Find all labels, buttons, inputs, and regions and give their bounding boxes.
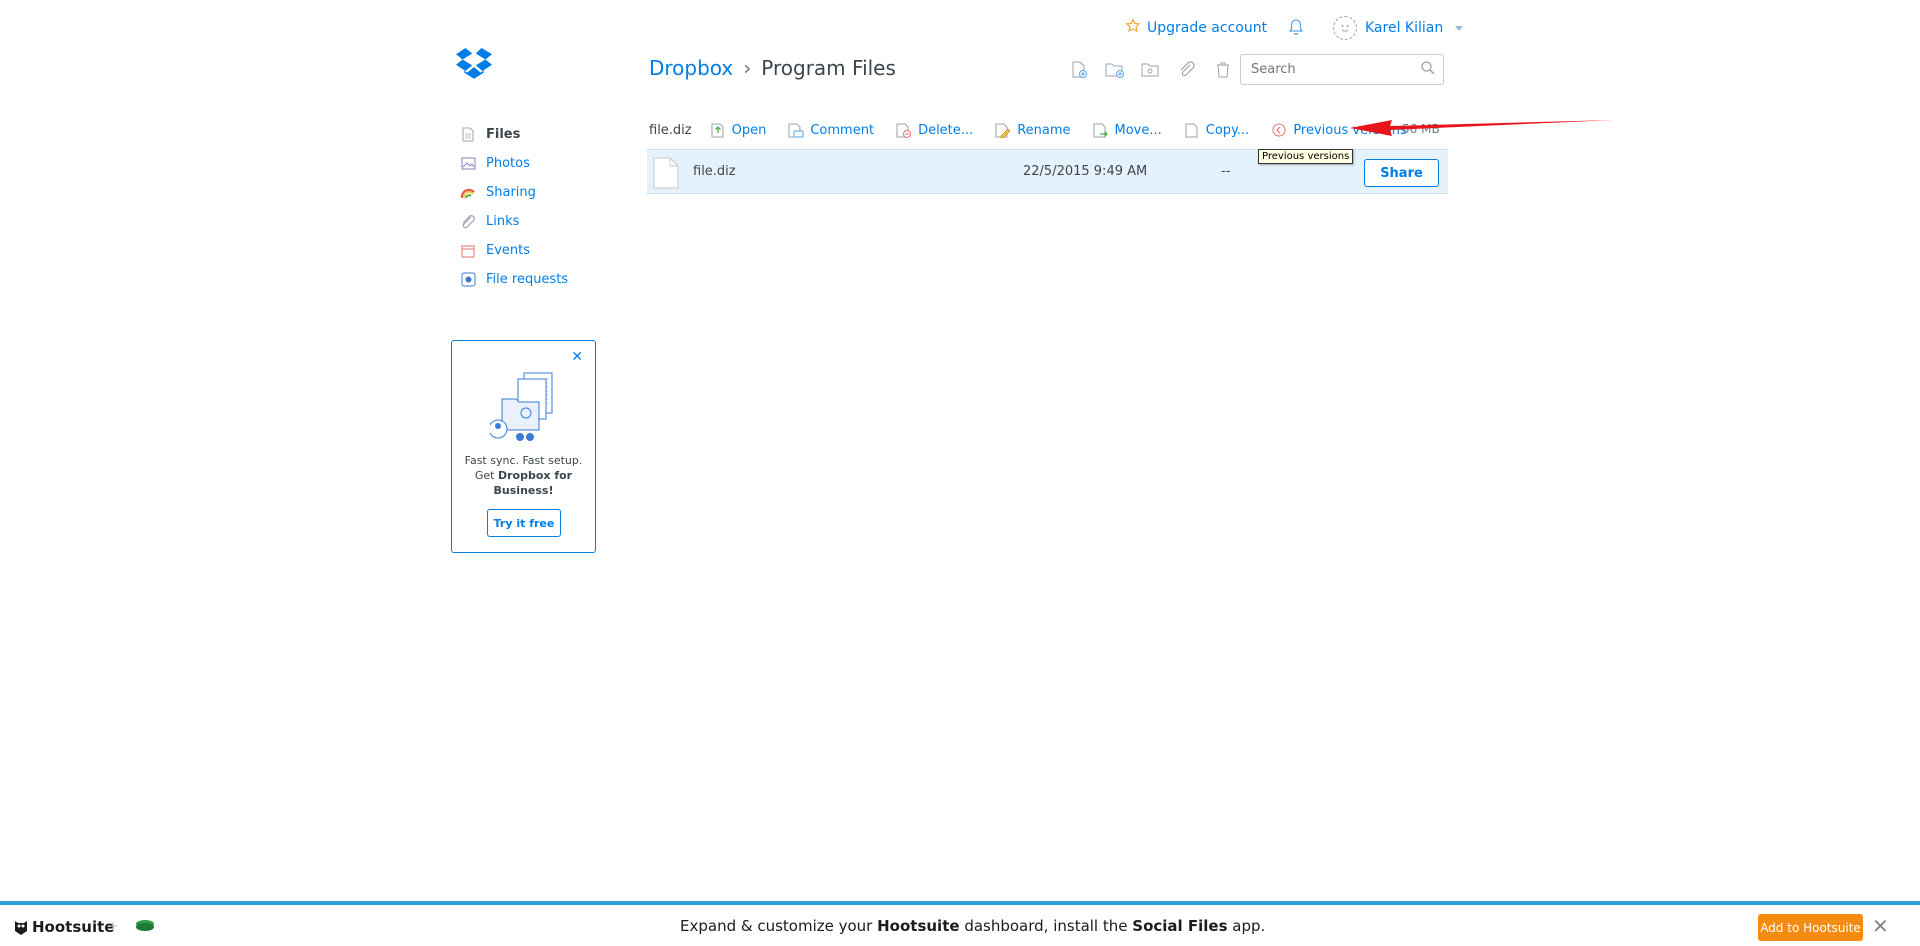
try-it-free-button[interactable]: Try it free bbox=[487, 509, 561, 537]
user-name: Karel Kilian bbox=[1365, 20, 1444, 36]
sidebar-item-label: Sharing bbox=[486, 185, 536, 200]
dropbox-logo[interactable] bbox=[455, 47, 493, 87]
top-bar: Upgrade account Karel Kilian bbox=[1125, 16, 1464, 40]
sidebar: Files Photos Sharing Links Events File r… bbox=[460, 120, 610, 294]
sidebar-item-files[interactable]: Files bbox=[460, 120, 610, 149]
paperclip-icon[interactable] bbox=[1176, 60, 1198, 80]
sidebar-item-label: Links bbox=[486, 214, 520, 229]
comment-icon bbox=[788, 121, 804, 139]
calendar-icon bbox=[460, 243, 476, 259]
promo-line-1: Fast sync. Fast setup. bbox=[464, 454, 583, 467]
file-modified: 22/5/2015 9:49 AM bbox=[1023, 164, 1148, 179]
annotation-arrow bbox=[1350, 112, 1620, 146]
search-icon[interactable] bbox=[1421, 60, 1435, 79]
hootsuite-logo: Hootsuite bbox=[14, 918, 114, 936]
upload-icon[interactable] bbox=[1068, 60, 1090, 80]
move-action[interactable]: Move... bbox=[1093, 121, 1162, 139]
add-to-hootsuite-button[interactable]: Add to Hootsuite bbox=[1758, 914, 1863, 941]
rename-label: Rename bbox=[1017, 122, 1071, 138]
sidebar-item-label: Photos bbox=[486, 156, 530, 171]
avatar bbox=[1333, 16, 1357, 40]
copy-icon bbox=[1184, 121, 1200, 139]
move-icon bbox=[1093, 121, 1109, 139]
comment-action[interactable]: Comment bbox=[788, 121, 874, 139]
copy-label: Copy... bbox=[1205, 122, 1250, 138]
file-size: -- bbox=[1221, 164, 1231, 179]
business-promo-card: ✕ Fast sync. Fast setup. Get Dropbox for… bbox=[451, 340, 596, 553]
search-box bbox=[1240, 54, 1444, 85]
banner-message-part-1: Expand & customize your bbox=[680, 917, 878, 935]
breadcrumb-separator: › bbox=[743, 56, 752, 80]
copy-action[interactable]: Copy... bbox=[1184, 121, 1250, 139]
plus-icon: + bbox=[108, 919, 119, 933]
comment-label: Comment bbox=[810, 122, 875, 138]
sidebar-item-events[interactable]: Events bbox=[460, 236, 610, 265]
open-icon bbox=[710, 121, 726, 139]
selected-file-name: file.diz bbox=[649, 122, 692, 138]
shared-folder-icon[interactable] bbox=[1140, 60, 1162, 80]
link-icon bbox=[460, 214, 476, 230]
sidebar-item-file-requests[interactable]: File requests bbox=[460, 265, 610, 294]
promo-line-2-bold: Dropbox for Business! bbox=[493, 469, 573, 497]
promo-line-2: Get Dropbox for Business! bbox=[460, 468, 587, 498]
move-label: Move... bbox=[1114, 122, 1162, 138]
sidebar-item-label: File requests bbox=[486, 272, 569, 287]
close-icon[interactable]: ✕ bbox=[1872, 914, 1889, 938]
banner-message: Expand & customize your Hootsuite dashbo… bbox=[680, 917, 1265, 935]
photo-icon bbox=[460, 156, 476, 172]
file-icon bbox=[460, 127, 476, 143]
new-folder-icon[interactable] bbox=[1104, 60, 1126, 80]
trash-icon[interactable] bbox=[1212, 60, 1234, 80]
sidebar-item-label: Events bbox=[486, 243, 531, 258]
notification-bell-icon[interactable] bbox=[1288, 18, 1304, 40]
chevron-down-icon bbox=[1455, 25, 1464, 31]
folder-toolbar bbox=[1068, 60, 1234, 80]
banner-message-bold-1: Hootsuite bbox=[877, 917, 960, 935]
sidebar-item-links[interactable]: Links bbox=[460, 207, 610, 236]
promo-line-2-prefix: Get bbox=[474, 469, 498, 482]
upgrade-account-link[interactable]: Upgrade account bbox=[1125, 18, 1267, 38]
previous-versions-tooltip: Previous versions bbox=[1258, 149, 1354, 164]
dropbox-page: Upgrade account Karel Kilian Dropbox › P… bbox=[0, 0, 1920, 946]
banner-message-part-2: dashboard, install the bbox=[959, 917, 1133, 935]
account-menu[interactable]: Karel Kilian bbox=[1333, 16, 1464, 40]
sidebar-item-sharing[interactable]: Sharing bbox=[460, 178, 610, 207]
banner-message-bold-2: Social Files bbox=[1132, 917, 1228, 935]
sidebar-item-photos[interactable]: Photos bbox=[460, 149, 610, 178]
promo-illustration bbox=[488, 371, 560, 449]
file-request-icon bbox=[460, 272, 476, 288]
breadcrumb: Dropbox › Program Files bbox=[649, 56, 896, 80]
close-icon[interactable]: ✕ bbox=[571, 349, 583, 365]
delete-label: Delete... bbox=[918, 122, 974, 138]
open-action[interactable]: Open bbox=[710, 121, 767, 139]
hootsuite-brand: Hootsuite bbox=[32, 918, 115, 936]
hootsuite-banner: Hootsuite + Expand & customize your Hoot… bbox=[0, 901, 1920, 946]
file-action-bar: file.diz Open Comment Delete... Rename M… bbox=[649, 119, 1429, 141]
promo-text: Fast sync. Fast setup. Get Dropbox for B… bbox=[460, 453, 587, 498]
social-files-logo bbox=[134, 917, 156, 939]
breadcrumb-root-link[interactable]: Dropbox bbox=[649, 56, 733, 80]
file-icon bbox=[653, 157, 679, 193]
upgrade-account-label: Upgrade account bbox=[1147, 20, 1268, 36]
delete-action[interactable]: Delete... bbox=[896, 121, 973, 139]
star-icon bbox=[1125, 18, 1141, 38]
banner-message-part-3: app. bbox=[1227, 917, 1266, 935]
rename-icon bbox=[995, 121, 1011, 139]
sharing-icon bbox=[460, 185, 476, 201]
sidebar-item-label: Files bbox=[486, 127, 521, 142]
delete-icon bbox=[896, 121, 912, 139]
file-name[interactable]: file.diz bbox=[693, 164, 736, 179]
page-title: Program Files bbox=[761, 56, 896, 80]
rename-action[interactable]: Rename bbox=[995, 121, 1071, 139]
open-label: Open bbox=[731, 122, 767, 138]
share-button[interactable]: Share bbox=[1364, 159, 1439, 187]
history-icon bbox=[1271, 121, 1287, 139]
search-input[interactable] bbox=[1251, 62, 1421, 77]
